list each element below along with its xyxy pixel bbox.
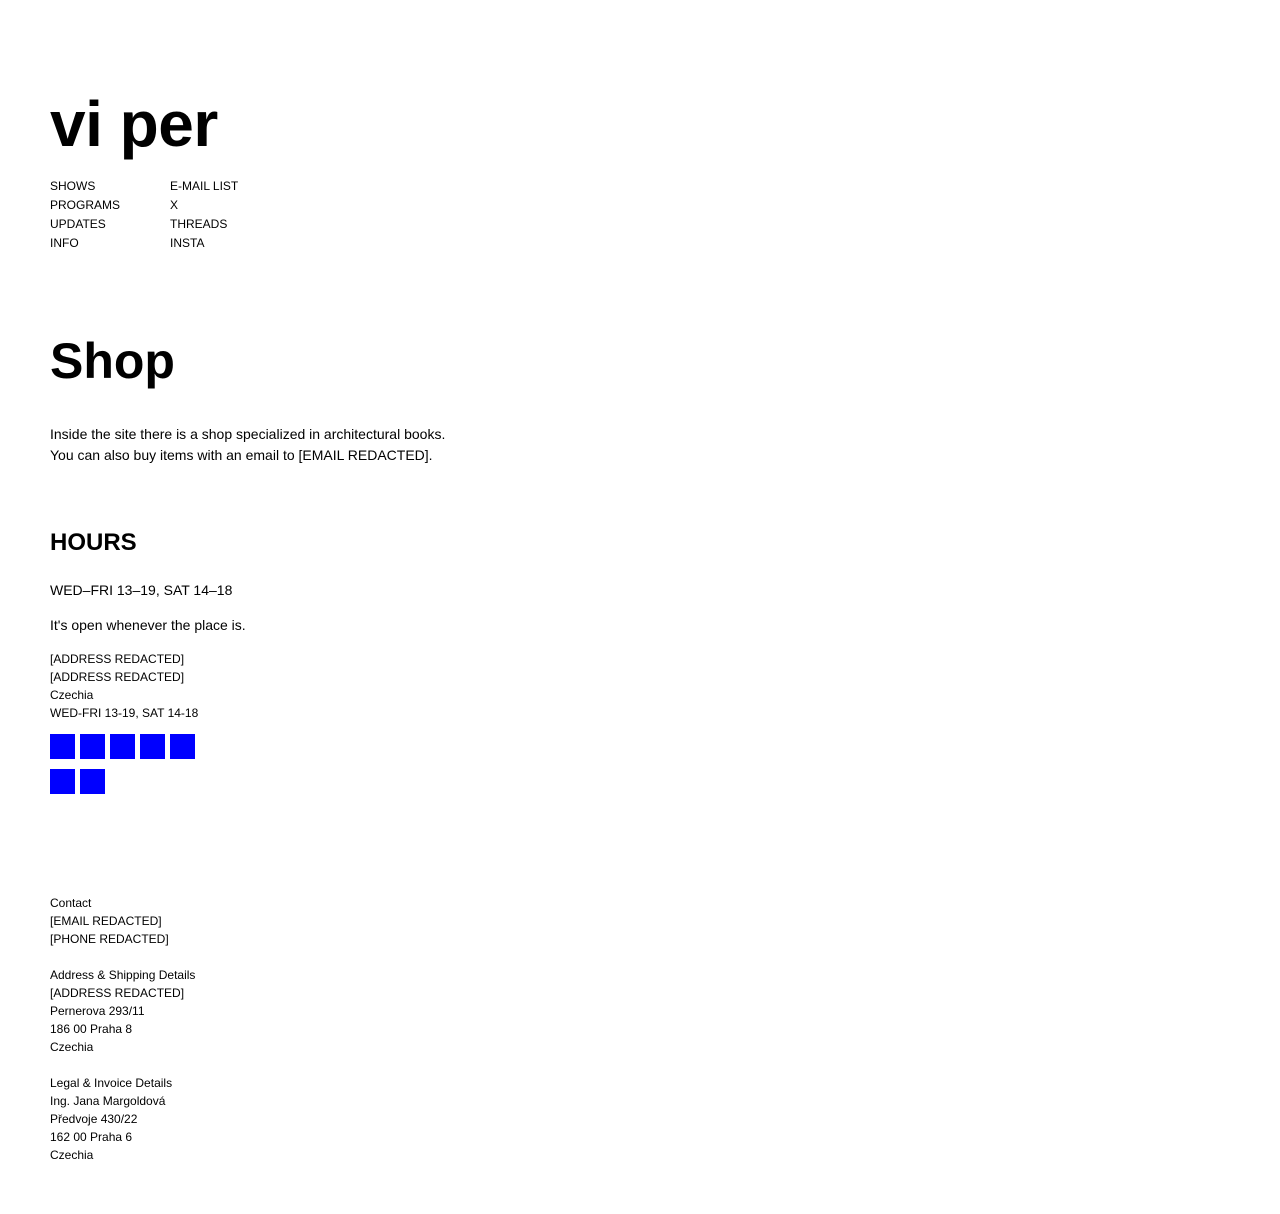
address-line: [ADDRESS REDACTED] xyxy=(50,652,185,666)
main-nav: SHOWS PROGRAMS UPDATES INFO E-MAIL LIST … xyxy=(50,177,290,253)
item-tile[interactable] xyxy=(50,769,75,794)
tile-row xyxy=(50,769,210,794)
nav-link-email-list[interactable]: E-MAIL LIST xyxy=(170,177,290,196)
nav-link-insta[interactable]: INSTA xyxy=(170,234,290,253)
nav-link-info[interactable]: INFO xyxy=(50,234,170,253)
footer-line: Předvoje 430/22 xyxy=(50,1112,138,1126)
nav-link-threads[interactable]: THREADS xyxy=(170,215,290,234)
footer-shipping: Address & Shipping Details [ADDRESS REDA… xyxy=(50,966,195,1056)
footer-heading: Legal & Invoice Details xyxy=(50,1076,173,1090)
footer-contact: Contact [EMAIL REDACTED] [PHONE REDACTED… xyxy=(50,894,195,948)
footer-line: 186 00 Praha 8 xyxy=(50,1022,133,1036)
nav-link-shows[interactable]: SHOWS xyxy=(50,177,170,196)
venue-address: [ADDRESS REDACTED] [ADDRESS REDACTED] Cz… xyxy=(50,650,198,722)
nav-link-programs[interactable]: PROGRAMS xyxy=(50,196,170,215)
item-tile[interactable] xyxy=(80,769,105,794)
footer-line: Pernerova 293/11 xyxy=(50,1004,145,1018)
address-line: [ADDRESS REDACTED] xyxy=(50,670,185,684)
nav-column-social: E-MAIL LIST X THREADS INSTA xyxy=(170,177,290,253)
intro-line: Inside the site there is a shop speciali… xyxy=(50,426,446,442)
address-line: Czechia xyxy=(50,688,94,702)
item-tile[interactable] xyxy=(80,734,105,759)
nav-column-sections: SHOWS PROGRAMS UPDATES INFO xyxy=(50,177,170,253)
footer-heading: Address & Shipping Details xyxy=(50,968,196,982)
item-tile[interactable] xyxy=(50,734,75,759)
item-tile[interactable] xyxy=(170,734,195,759)
hours-heading: HOURS xyxy=(50,529,137,556)
hours-note: It's open whenever the place is. xyxy=(50,617,246,633)
footer-line: Czechia xyxy=(50,1148,94,1162)
site-logo[interactable]: vi per xyxy=(50,88,218,160)
nav-link-x[interactable]: X xyxy=(170,196,290,215)
footer-line: Czechia xyxy=(50,1040,94,1054)
page-title: Shop xyxy=(50,333,175,389)
footer-legal: Legal & Invoice Details Ing. Jana Margol… xyxy=(50,1074,195,1164)
footer-phone: [PHONE REDACTED] xyxy=(50,932,169,946)
footer-line: Ing. Jana Margoldová xyxy=(50,1094,166,1108)
item-tile[interactable] xyxy=(110,734,135,759)
footer-heading: Contact xyxy=(50,896,92,910)
hours-schedule: WED–FRI 13–19, SAT 14–18 xyxy=(50,582,233,598)
footer-email-link[interactable]: [EMAIL REDACTED] xyxy=(50,912,195,930)
footer: Contact [EMAIL REDACTED] [PHONE REDACTED… xyxy=(50,894,195,1182)
item-tiles xyxy=(50,734,210,804)
nav-link-updates[interactable]: UPDATES xyxy=(50,215,170,234)
item-tile[interactable] xyxy=(140,734,165,759)
shop-intro: Inside the site there is a shop speciali… xyxy=(50,424,445,466)
footer-line: [ADDRESS REDACTED] xyxy=(50,986,185,1000)
tile-row xyxy=(50,734,210,759)
intro-line: You can also buy items with an email to … xyxy=(50,447,433,463)
footer-line: 162 00 Praha 6 xyxy=(50,1130,133,1144)
address-line: WED-FRI 13-19, SAT 14-18 xyxy=(50,706,199,720)
